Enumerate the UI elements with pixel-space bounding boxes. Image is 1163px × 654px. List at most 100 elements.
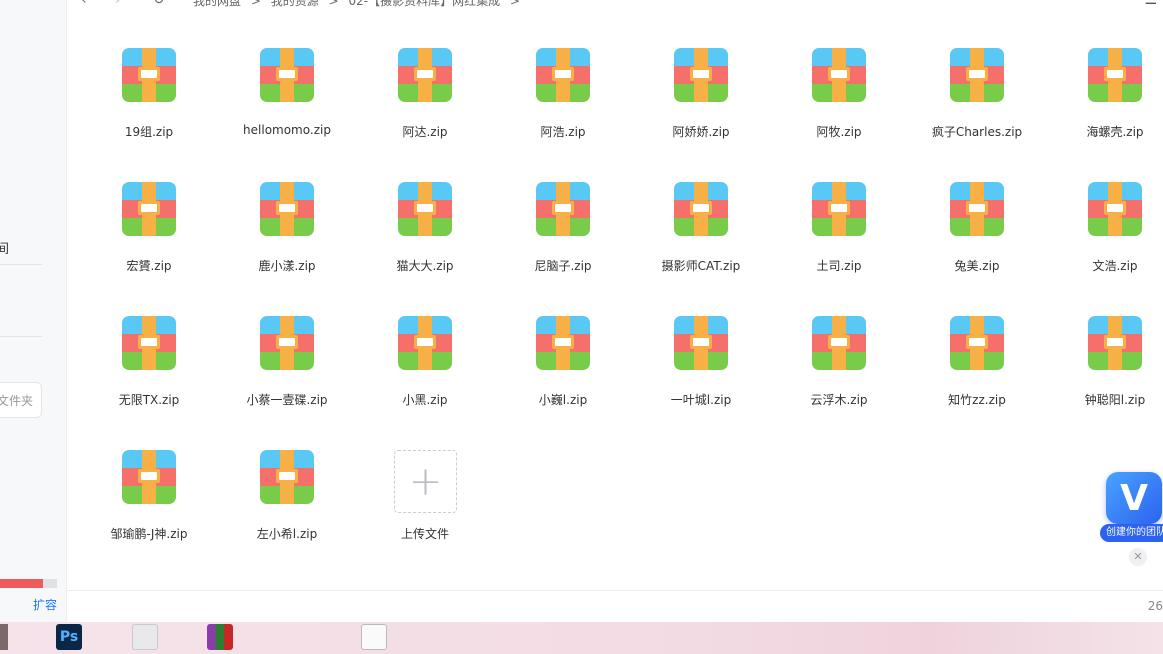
- zip-archive-icon: [950, 316, 1004, 370]
- promo-text[interactable]: 创建你的团队: [1100, 524, 1163, 542]
- file-name: 钟聪阳l.zip: [1084, 393, 1146, 407]
- zip-archive-icon: [1088, 48, 1142, 102]
- file-item[interactable]: 猫大大.zip: [356, 174, 494, 304]
- breadcrumb-item[interactable]: 我的网盘: [193, 0, 241, 8]
- file-item[interactable]: 云浮木.zip: [770, 308, 908, 438]
- file-name: 云浮木.zip: [810, 393, 868, 407]
- file-item[interactable]: 左小希l.zip: [218, 442, 356, 572]
- file-item[interactable]: hellomomo.zip: [218, 40, 356, 170]
- file-item[interactable]: 钟聪阳l.zip: [1046, 308, 1163, 438]
- file-name: 邹瑜鹏-J神.zip: [110, 527, 188, 541]
- document-icon[interactable]: [132, 624, 158, 650]
- file-item[interactable]: 小蔡一壹碟.zip: [218, 308, 356, 438]
- item-count: 26: [1147, 599, 1163, 613]
- breadcrumb-item[interactable]: 02-【摄影资料库】网红集成: [348, 0, 500, 8]
- file-name: 小蔡一壹碟.zip: [246, 393, 328, 407]
- file-name: 阿牧.zip: [816, 125, 862, 139]
- close-icon[interactable]: ✕: [1129, 548, 1147, 566]
- zip-archive-icon: [812, 48, 866, 102]
- zip-archive-icon: [674, 182, 728, 236]
- file-name: 阿娇娇.zip: [672, 125, 730, 139]
- breadcrumb-separator: >: [250, 0, 261, 8]
- file-item[interactable]: 兔美.zip: [908, 174, 1046, 304]
- file-name: 一叶城l.zip: [670, 393, 732, 407]
- zip-archive-icon: [260, 316, 314, 370]
- file-item[interactable]: 文浩.zip: [1046, 174, 1163, 304]
- file-item[interactable]: 19组.zip: [80, 40, 218, 170]
- breadcrumb-separator: >: [509, 0, 520, 8]
- winrar-icon[interactable]: [207, 624, 233, 650]
- zip-archive-icon: [122, 450, 176, 504]
- file-item[interactable]: 小黑.zip: [356, 308, 494, 438]
- file-item[interactable]: 阿牧.zip: [770, 40, 908, 170]
- storage-quota-fill: [0, 579, 43, 588]
- breadcrumb-separator: >: [328, 0, 339, 8]
- zip-archive-icon: [122, 182, 176, 236]
- file-item[interactable]: 疯子Charles.zip: [908, 40, 1046, 170]
- zip-archive-icon: [950, 182, 1004, 236]
- zip-archive-icon: [398, 48, 452, 102]
- sidebar-item-label[interactable]: 间: [0, 238, 9, 257]
- file-item[interactable]: 土司.zip: [770, 174, 908, 304]
- file-item[interactable]: 摄影师CAT.zip: [632, 174, 770, 304]
- file-item[interactable]: 阿浩.zip: [494, 40, 632, 170]
- file-item[interactable]: 无限TX.zip: [80, 308, 218, 438]
- file-item[interactable]: 知竹zz.zip: [908, 308, 1046, 438]
- file-item[interactable]: 阿娇娇.zip: [632, 40, 770, 170]
- file-name: 尼脑子.zip: [534, 259, 592, 273]
- breadcrumb-item[interactable]: 我的资源: [271, 0, 319, 8]
- file-name: hellomomo.zip: [243, 123, 331, 137]
- file-name: 鹿小漾.zip: [258, 259, 316, 273]
- sidebar: 间 文件夹 扩容: [0, 0, 67, 622]
- file-item[interactable]: 邹瑜鹏-J神.zip: [80, 442, 218, 572]
- new-folder-button[interactable]: 文件夹: [0, 382, 42, 418]
- chevron-down-icon[interactable]: ▾: [137, 0, 142, 3]
- file-item[interactable]: 一叶城l.zip: [632, 308, 770, 438]
- plus-icon: +: [394, 450, 457, 513]
- back-icon[interactable]: ‹: [81, 0, 87, 8]
- sort-icon[interactable]: ☰: [1144, 0, 1157, 8]
- zip-archive-icon: [260, 48, 314, 102]
- file-name: 知竹zz.zip: [948, 393, 1006, 407]
- taskbar-app[interactable]: [0, 624, 8, 650]
- expand-storage-link[interactable]: 扩容: [33, 596, 57, 613]
- file-item[interactable]: 鹿小漾.zip: [218, 174, 356, 304]
- zip-archive-icon: [950, 48, 1004, 102]
- forward-icon[interactable]: ›: [115, 0, 121, 8]
- photoshop-icon[interactable]: Ps: [56, 624, 82, 650]
- file-item[interactable]: 海螺壳.zip: [1046, 40, 1163, 170]
- upload-label: 上传文件: [400, 527, 449, 541]
- notepad-icon[interactable]: [361, 624, 387, 650]
- zip-archive-icon: [812, 316, 866, 370]
- file-item[interactable]: 宏贇.zip: [80, 174, 218, 304]
- toolbar: ‹ › ▾ ↻ 我的网盘 > 我的资源 > 02-【摄影资料库】网红集成 > ☰: [67, 0, 1163, 10]
- zip-archive-icon: [260, 182, 314, 236]
- file-item[interactable]: 阿达.zip: [356, 40, 494, 170]
- team-promo-widget[interactable]: V 创建你的团队 ✕: [1098, 470, 1163, 570]
- file-name: 土司.zip: [816, 259, 862, 273]
- zip-archive-icon: [536, 316, 590, 370]
- file-name: 小巍l.zip: [538, 393, 588, 407]
- refresh-icon[interactable]: ↻: [153, 0, 165, 8]
- file-name: 兔美.zip: [954, 259, 1000, 273]
- sidebar-divider: [0, 336, 42, 337]
- zip-archive-icon: [398, 182, 452, 236]
- file-name: 小黑.zip: [402, 393, 448, 407]
- sidebar-divider: [0, 264, 42, 265]
- zip-archive-icon: [260, 450, 314, 504]
- zip-archive-icon: [812, 182, 866, 236]
- upload-file-button[interactable]: + 上传文件: [356, 442, 494, 572]
- new-folder-label: 文件夹: [0, 393, 33, 408]
- file-name: 宏贇.zip: [126, 259, 172, 273]
- file-name: 无限TX.zip: [118, 393, 180, 407]
- breadcrumb: 我的网盘 > 我的资源 > 02-【摄影资料库】网红集成 >: [193, 0, 526, 9]
- zip-archive-icon: [1088, 182, 1142, 236]
- zip-archive-icon: [674, 316, 728, 370]
- file-name: 阿浩.zip: [540, 125, 586, 139]
- zip-archive-icon: [1088, 316, 1142, 370]
- file-name: 阿达.zip: [402, 125, 448, 139]
- promo-badge[interactable]: V: [1106, 472, 1162, 524]
- zip-archive-icon: [536, 48, 590, 102]
- file-item[interactable]: 小巍l.zip: [494, 308, 632, 438]
- file-item[interactable]: 尼脑子.zip: [494, 174, 632, 304]
